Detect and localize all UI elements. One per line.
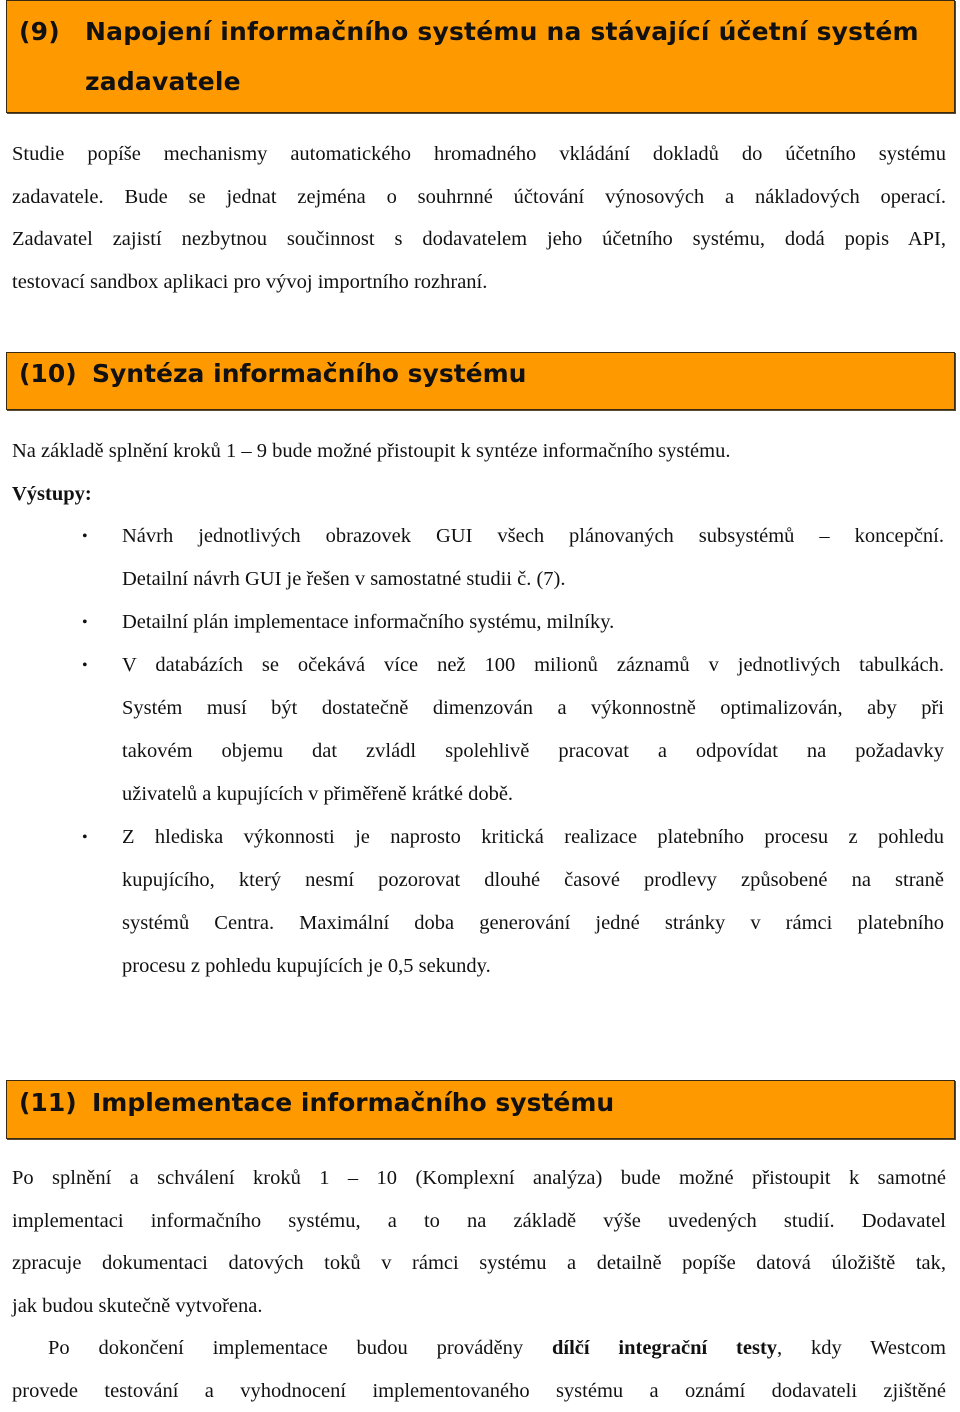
section-11-paragraph-1: Po splnění a schválení kroků 1 – 10 (Kom… (12, 1157, 946, 1327)
paragraph-line: implementaci informačního systému, a to … (12, 1200, 946, 1243)
list-item-line: Z hlediska výkonnosti je naprosto kritic… (122, 816, 944, 859)
paragraph-line: Na základě splnění kroků 1 – 9 bude možn… (12, 430, 946, 473)
list-item-line: Systém musí být dostatečně dimenzován a … (122, 687, 944, 730)
bullet-icon: • (82, 644, 88, 687)
section-number: (10) (19, 353, 92, 395)
text-run: Po dokončení implementace budou prováděn… (48, 1337, 552, 1359)
list-item: • Návrh jednotlivých obrazovek GUI všech… (0, 515, 944, 601)
section-title: Syntéza informačního systému (92, 359, 526, 388)
section-11-heading: (11)Implementace informačního systému (6, 1080, 955, 1139)
list-item: • Detailní plán implementace informačníh… (0, 601, 944, 644)
paragraph-line: testovací sandbox aplikaci pro vývoj imp… (12, 261, 946, 304)
list-item-line: takovém objemu dat zvládl spolehlivě pra… (122, 730, 944, 773)
bullet-icon: • (82, 515, 88, 558)
paragraph-line: zadavatele. Bude se jednat zejména o sou… (12, 176, 946, 219)
bullet-icon: • (82, 816, 88, 859)
paragraph-line: zpracuje dokumentaci datových toků v rám… (12, 1242, 946, 1285)
paragraph-line: Po splnění a schválení kroků 1 – 10 (Kom… (12, 1157, 946, 1200)
emphasis-integration-tests: dílčí integrační testy (552, 1337, 777, 1359)
section-10-heading: (10)Syntéza informačního systému (6, 352, 955, 410)
section-9-paragraph: Studie popíše mechanismy automatického h… (12, 133, 946, 303)
list-item: • V databázích se očekává více než 100 m… (0, 644, 944, 816)
section-title-line2: zadavatele (85, 67, 241, 96)
list-item: • Z hlediska výkonnosti je naprosto krit… (0, 816, 944, 988)
outputs-label: Výstupy: (12, 473, 92, 515)
outputs-list: • Návrh jednotlivých obrazovek GUI všech… (0, 515, 960, 988)
section-10-intro: Na základě splnění kroků 1 – 9 bude možn… (12, 430, 946, 473)
list-item-line: uživatelů a kupujících v přiměřeně krátk… (122, 773, 944, 816)
list-item-line: Návrh jednotlivých obrazovek GUI všech p… (122, 515, 944, 558)
list-item-line: kupujícího, který nesmí pozorovat dlouhé… (122, 859, 944, 902)
bullet-icon: • (82, 601, 88, 644)
paragraph-line: Zadavatel zajistí nezbytnou součinnost s… (12, 218, 946, 261)
list-item-line: procesu z pohledu kupujících je 0,5 seku… (122, 945, 944, 988)
list-item-line: Detailní návrh GUI je řešen v samostatné… (122, 558, 944, 601)
section-number: (11) (19, 1081, 92, 1125)
paragraph-line: jak budou skutečně vytvořena. (12, 1285, 946, 1328)
list-item-line: systémů Centra. Maximální doba generován… (122, 902, 944, 945)
section-9-heading: (9)Napojení informačního systému na stáv… (6, 0, 955, 113)
section-title: Implementace informačního systému (92, 1088, 614, 1117)
text-run: , kdy Westcom (777, 1337, 946, 1359)
list-item-line: V databázích se očekává více než 100 mil… (122, 644, 944, 687)
paragraph-line: Studie popíše mechanismy automatického h… (12, 133, 946, 176)
section-11-paragraph-2: Po dokončení implementace budou prováděn… (12, 1327, 946, 1412)
paragraph-line: Po dokončení implementace budou prováděn… (12, 1327, 946, 1370)
section-number: (9) (19, 7, 85, 57)
section-title-line1: Napojení informačního systému na stávají… (85, 17, 919, 46)
list-item-line: Detailní plán implementace informačního … (122, 601, 944, 644)
